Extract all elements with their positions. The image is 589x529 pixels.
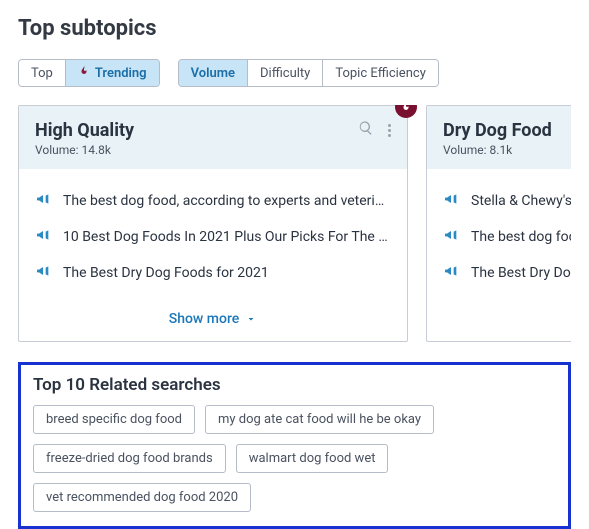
seg-label: Difficulty — [260, 66, 310, 81]
seg-label: Trending — [95, 66, 147, 81]
seg-topic-efficiency[interactable]: Topic Efficiency — [323, 60, 438, 86]
list-item[interactable]: The best dog food, according to experts … — [35, 183, 391, 219]
flame-icon — [78, 65, 90, 81]
toolbar: Top Trending Volume Difficulty Topic Eff… — [18, 59, 571, 87]
item-text: The Best Dry Dog Foo — [471, 265, 571, 281]
related-chip[interactable]: my dog ate cat food will he be okay — [205, 405, 434, 434]
card-volume: Volume: 14.8k — [35, 143, 134, 157]
card-volume: Volume: 8.1k — [443, 143, 552, 157]
segment-group-trend: Top Trending — [18, 59, 160, 87]
seg-label: Top — [31, 66, 53, 81]
list-item[interactable]: The Best Dry Dog Foods for 2021 — [35, 255, 391, 291]
card-header: High Quality Volume: 14.8k — [19, 106, 407, 169]
megaphone-icon — [443, 191, 461, 211]
seg-volume[interactable]: Volume — [179, 60, 248, 86]
megaphone-icon — [443, 263, 461, 283]
seg-label: Topic Efficiency — [335, 66, 426, 81]
megaphone-icon — [35, 263, 53, 283]
page-title: Top subtopics — [18, 16, 571, 41]
item-text: The Best Dry Dog Foods for 2021 — [63, 265, 269, 281]
chip-row: breed specific dog food my dog ate cat f… — [33, 405, 556, 512]
related-chip[interactable]: freeze-dried dog food brands — [33, 444, 226, 473]
show-more-label: Show more — [169, 311, 240, 327]
card-title: Dry Dog Food — [443, 120, 552, 141]
segment-group-metric: Volume Difficulty Topic Efficiency — [178, 59, 439, 87]
card-body: Stella & Chewy's: Raw The best dog food,… — [427, 169, 571, 301]
show-more-button[interactable]: Show more — [19, 301, 407, 341]
related-chip[interactable]: walmart dog food wet — [236, 444, 389, 473]
seg-difficulty[interactable]: Difficulty — [248, 60, 323, 86]
item-text: 10 Best Dog Foods In 2021 Plus Our Picks… — [63, 229, 388, 245]
item-text: The best dog food, ac — [471, 229, 571, 245]
seg-label: Volume — [191, 66, 235, 81]
related-searches-box: Top 10 Related searches breed specific d… — [18, 362, 571, 529]
list-item[interactable]: The best dog food, ac — [443, 219, 571, 255]
card-body: The best dog food, according to experts … — [19, 169, 407, 301]
megaphone-icon — [35, 191, 53, 211]
related-chip[interactable]: breed specific dog food — [33, 405, 195, 434]
chevron-down-icon — [245, 313, 257, 325]
flame-icon — [400, 105, 412, 113]
subtopic-card: Dry Dog Food Volume: 8.1k Stella & Chewy… — [426, 105, 571, 342]
item-text: The best dog food, according to experts … — [63, 193, 384, 209]
list-item[interactable]: The Best Dry Dog Foo — [443, 255, 571, 291]
card-header: Dry Dog Food Volume: 8.1k — [427, 106, 571, 169]
item-text: Stella & Chewy's: Raw — [471, 193, 571, 209]
cards-row: High Quality Volume: 14.8k — [18, 105, 571, 342]
subtopic-card: High Quality Volume: 14.8k — [18, 105, 408, 342]
megaphone-icon — [35, 227, 53, 247]
seg-top[interactable]: Top — [19, 60, 66, 86]
list-item[interactable]: Stella & Chewy's: Raw — [443, 183, 571, 219]
show-more-button[interactable]: Sho — [427, 301, 571, 341]
search-icon[interactable] — [358, 120, 374, 140]
card-title: High Quality — [35, 120, 134, 141]
related-chip[interactable]: vet recommended dog food 2020 — [33, 483, 251, 512]
seg-trending[interactable]: Trending — [66, 60, 159, 86]
kebab-icon[interactable] — [388, 124, 391, 137]
related-title: Top 10 Related searches — [33, 375, 556, 395]
megaphone-icon — [443, 227, 461, 247]
list-item[interactable]: 10 Best Dog Foods In 2021 Plus Our Picks… — [35, 219, 391, 255]
